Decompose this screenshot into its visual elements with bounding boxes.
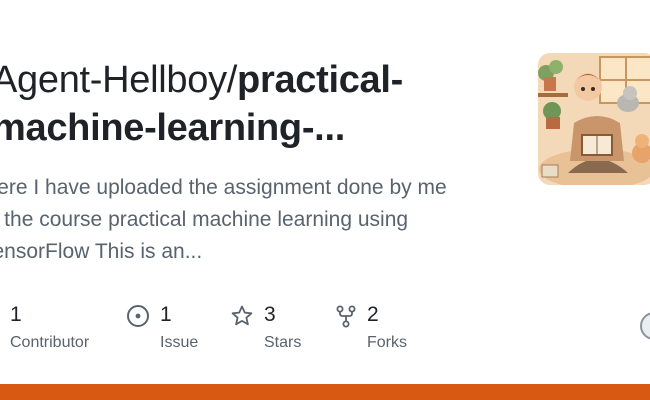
description-line: in the course practical machine learning…	[0, 208, 409, 231]
star-icon	[230, 304, 254, 328]
contributors-count: 1	[10, 303, 22, 326]
issues-label: Issue	[160, 334, 199, 351]
forks-label: Forks	[367, 334, 407, 351]
contributors-label: Contributor	[10, 334, 90, 351]
repo-description: Here I have uploaded the assignment done…	[0, 172, 502, 268]
repo-title-line-2: machine-learning-...	[0, 104, 512, 152]
repo-name-part-2: machine-learning-...	[0, 107, 345, 149]
repo-owner: Agent-Hellboy/	[0, 59, 238, 101]
avatar-illustration	[538, 53, 650, 185]
github-logo-icon	[640, 312, 650, 340]
repo-title[interactable]: Agent-Hellboy/practical- machine-learnin…	[0, 56, 512, 152]
owner-avatar	[538, 53, 650, 185]
stars-label: Stars	[264, 334, 302, 351]
repo-title-line-1: Agent-Hellboy/practical-	[0, 56, 512, 104]
repo-forked-icon	[334, 304, 358, 328]
description-line: TensorFlow This is an...	[0, 240, 203, 263]
stars-count: 3	[264, 303, 276, 326]
repo-name-part-1: practical-	[237, 59, 404, 101]
issues-count: 1	[160, 303, 172, 326]
language-color-bar	[0, 384, 650, 400]
forks-count: 2	[367, 303, 379, 326]
issue-opened-icon	[126, 304, 150, 328]
description-line: Here I have uploaded the assignment done…	[0, 176, 447, 199]
